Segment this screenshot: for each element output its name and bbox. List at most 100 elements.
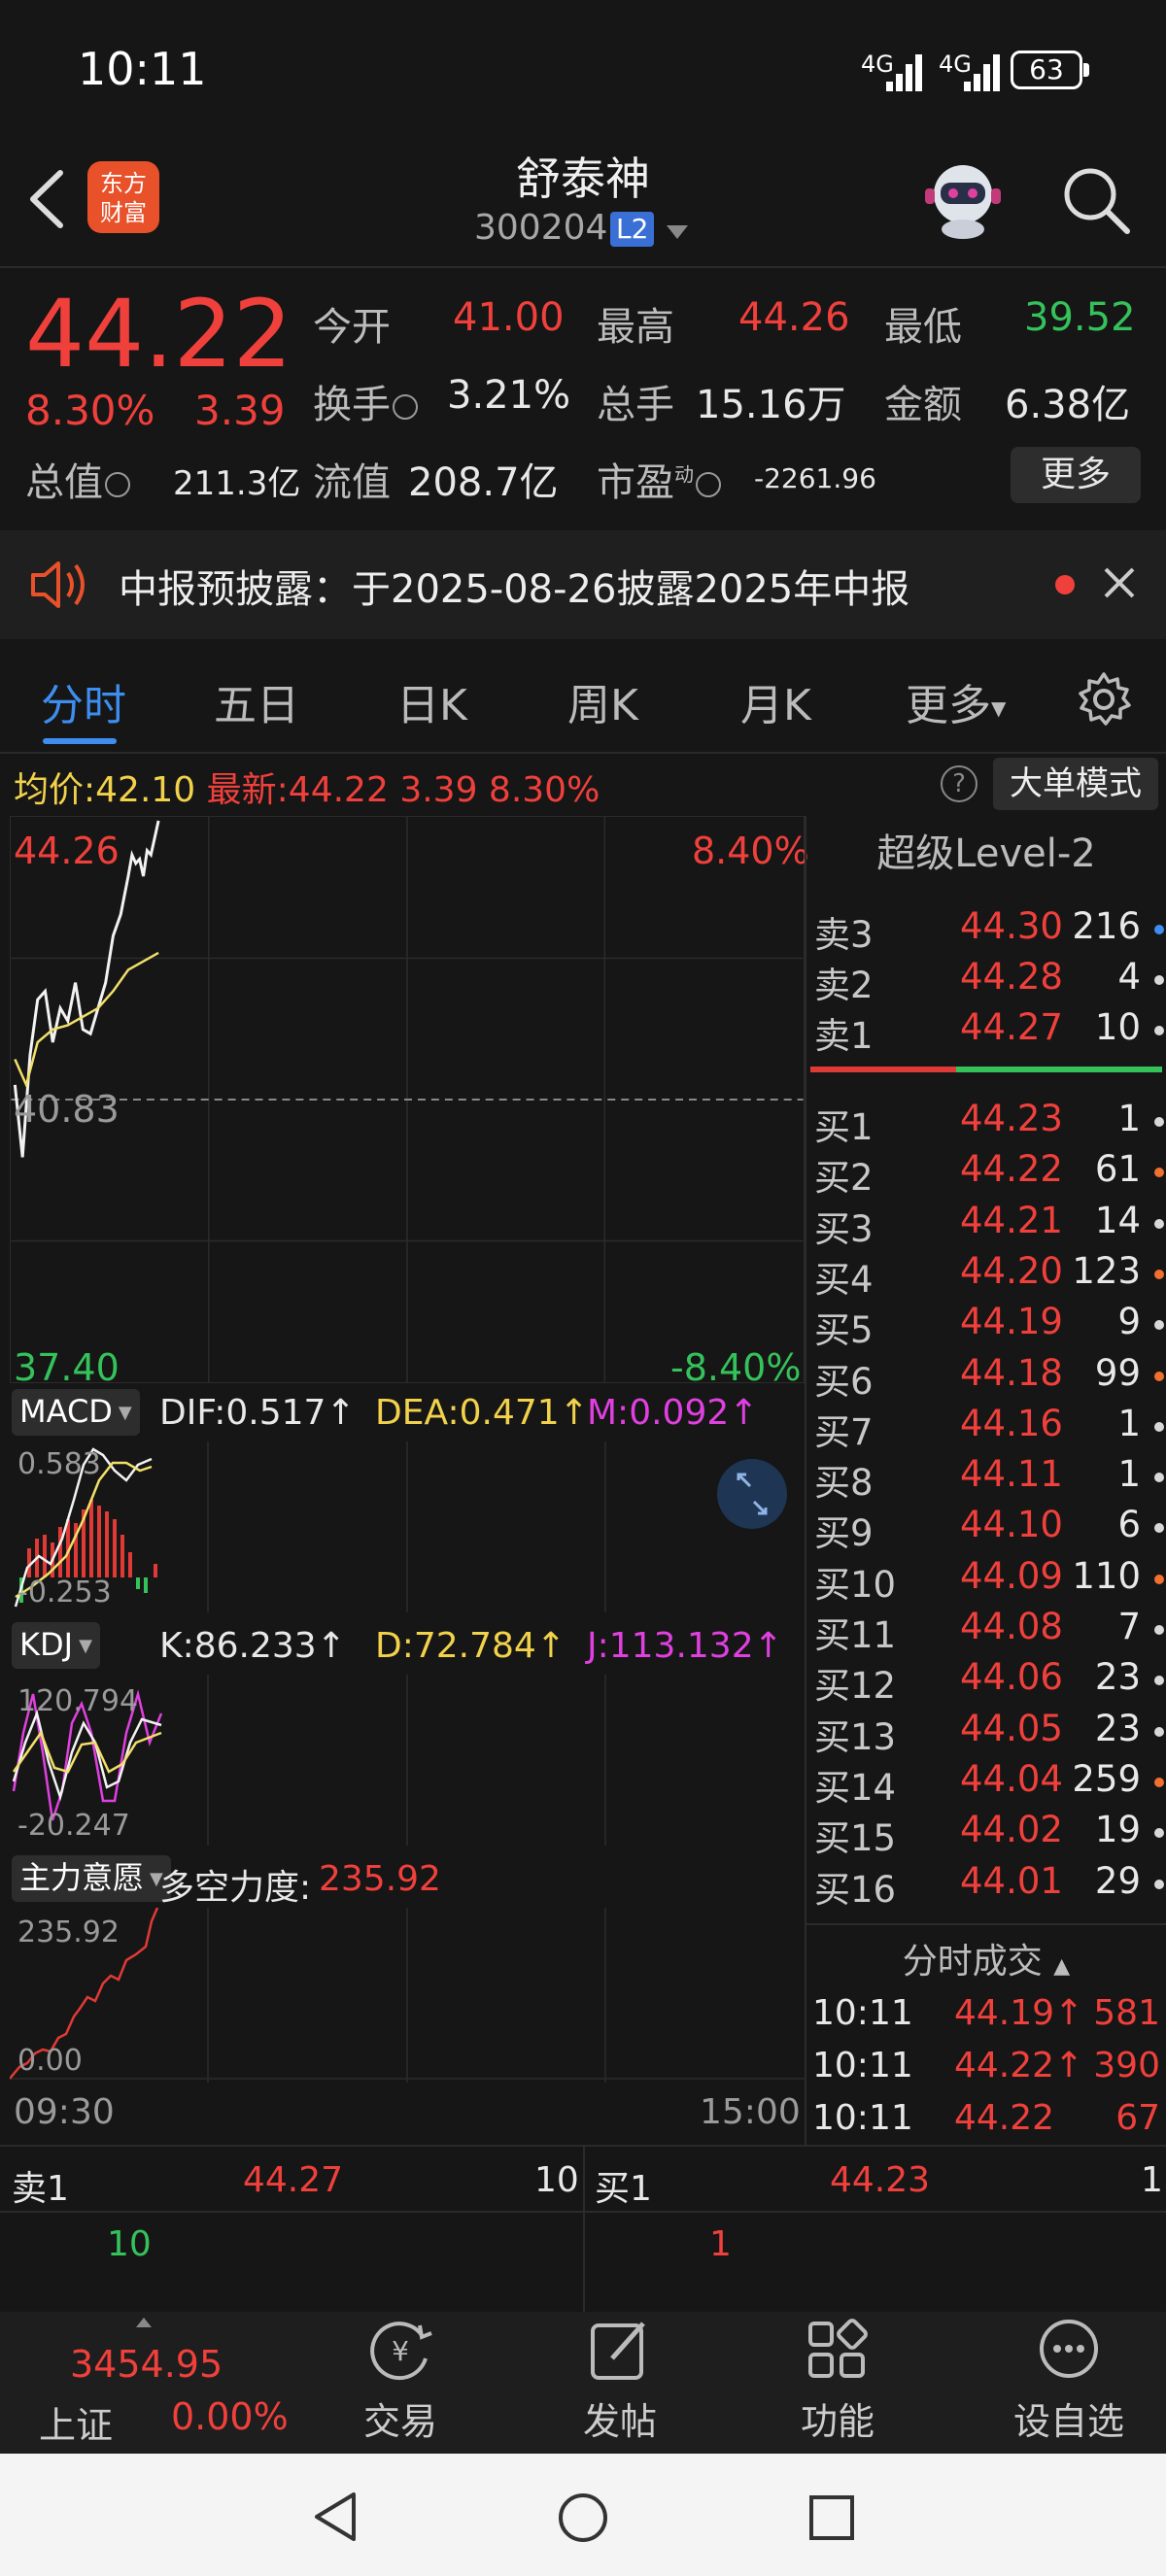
- float-cap-label: 流值: [313, 460, 391, 505]
- nav-post[interactable]: 发帖: [542, 2316, 698, 2445]
- orderbook-title[interactable]: 超级Level-2: [806, 822, 1166, 878]
- kdj-top-value: 120.794: [17, 1684, 139, 1718]
- orderbook-row[interactable]: 卖1 44.27 10: [814, 1006, 1164, 1057]
- help-icon[interactable]: ?: [941, 765, 977, 802]
- force-chart[interactable]: [10, 1908, 805, 2083]
- index-name: 上证: [39, 2404, 114, 2447]
- orderbook-level: 买3: [814, 1207, 874, 1250]
- orderbook-price: 44.16: [960, 1402, 1063, 1444]
- orderbook-level: 买7: [814, 1410, 874, 1453]
- tab-monthly-k[interactable]: 月K: [740, 670, 811, 732]
- macd-chart[interactable]: [10, 1441, 805, 1612]
- speaker-icon: [31, 561, 85, 608]
- notice-text[interactable]: 中报预披露：于2025-08-26披露2025年中报: [119, 558, 909, 614]
- amount-value: 6.38亿: [1005, 383, 1131, 427]
- orderbook-row[interactable]: 卖2 44.28 4: [814, 956, 1164, 1006]
- tab-daily-k[interactable]: 日K: [396, 670, 467, 732]
- system-recents-icon[interactable]: [806, 2492, 857, 2543]
- orderbook-row[interactable]: 买11 44.08 7: [814, 1606, 1164, 1656]
- nav-add-watchlist[interactable]: 设自选: [991, 2316, 1147, 2445]
- gear-icon[interactable]: [1075, 670, 1133, 729]
- orderbook-marker: [1154, 1117, 1164, 1127]
- search-icon[interactable]: [1057, 161, 1135, 239]
- float-cap-value: 208.7亿: [408, 460, 559, 505]
- orderbook-marker: [1154, 975, 1164, 985]
- orderbook-row[interactable]: 买3 44.21 14: [814, 1200, 1164, 1250]
- orderbook-price: 44.27: [960, 1006, 1063, 1048]
- orderbook-price: 44.21: [960, 1199, 1063, 1241]
- orderbook-volume: 1: [1117, 1453, 1141, 1496]
- system-home-icon[interactable]: [556, 2491, 610, 2545]
- orderbook-volume: 1: [1117, 1098, 1141, 1139]
- nav-trade[interactable]: ¥ 交易: [323, 2316, 478, 2445]
- intraday-chart[interactable]: [10, 816, 805, 1383]
- trades-divider: [806, 1923, 1166, 1925]
- orderbook-row[interactable]: 买16 44.01 29: [814, 1860, 1164, 1911]
- orderbook-price: 44.01: [960, 1859, 1063, 1902]
- orderbook-row[interactable]: 买12 44.06 23: [814, 1656, 1164, 1707]
- kdj-selector[interactable]: KDJ: [12, 1622, 100, 1669]
- trade-price: 44.19↑: [954, 1993, 1084, 2033]
- tab-intraday[interactable]: 分时: [41, 670, 126, 732]
- orderbook-marker: [1154, 1168, 1164, 1178]
- trade-time: 10:11: [812, 1993, 913, 2033]
- orderbook-row[interactable]: 买1 44.23 1: [814, 1098, 1164, 1148]
- orderbook-row[interactable]: 买9 44.10 6: [814, 1504, 1164, 1554]
- orderbook-row[interactable]: 买6 44.18 99: [814, 1352, 1164, 1403]
- orderbook-row[interactable]: 买13 44.05 23: [814, 1708, 1164, 1758]
- system-back-icon[interactable]: [309, 2489, 363, 2545]
- open-label: 今开: [313, 305, 391, 350]
- orderbook-marker: [1154, 1726, 1164, 1737]
- orderbook-price: 44.19: [960, 1301, 1063, 1343]
- kdj-j: J:113.132↑: [587, 1626, 783, 1666]
- tab-weekly-k[interactable]: 周K: [567, 670, 638, 732]
- orderbook-price: 44.06: [960, 1656, 1063, 1699]
- market-cap-label[interactable]: 总值: [25, 451, 130, 507]
- index-widget[interactable]: 3454.95 上证 0.00%: [0, 2331, 292, 2448]
- orderbook-level: 卖1: [814, 1015, 874, 1057]
- robot-assistant-icon[interactable]: [919, 155, 1007, 243]
- chevron-up-icon: ▲: [1053, 1954, 1071, 1979]
- chevron-down-icon[interactable]: [667, 225, 688, 239]
- orderbook-row[interactable]: 买8 44.11 1: [814, 1453, 1164, 1504]
- force-selector[interactable]: 主力意愿: [12, 1855, 171, 1902]
- orderbook-volume: 61: [1094, 1148, 1141, 1191]
- tab-more[interactable]: 更多▼: [906, 670, 1006, 732]
- market-cap-label-text: 总值: [25, 460, 103, 505]
- orderbook-level: 买8: [814, 1462, 874, 1505]
- nav-trade-label: 交易: [362, 2400, 437, 2443]
- big-order-mode-button[interactable]: 大单模式: [993, 758, 1158, 810]
- orderbook-row[interactable]: 买10 44.09 110: [814, 1555, 1164, 1606]
- turnover-label[interactable]: 换手: [313, 373, 418, 429]
- orderbook-level: 买6: [814, 1360, 874, 1403]
- trades-title[interactable]: 分时成交 ▲: [806, 1933, 1166, 1983]
- close-icon[interactable]: [1098, 561, 1141, 604]
- orderbook-row[interactable]: 买15 44.02 19: [814, 1809, 1164, 1859]
- tab-five-day[interactable]: 五日: [214, 670, 299, 732]
- pe-label[interactable]: 市盈动: [597, 451, 721, 507]
- orderbook-price: 44.28: [960, 956, 1063, 998]
- orderbook-row[interactable]: 买4 44.20 123: [814, 1250, 1164, 1301]
- orderbook-volume: 23: [1094, 1707, 1141, 1749]
- orderbook-row[interactable]: 买2 44.22 61: [814, 1148, 1164, 1199]
- force-bottom-value: 0.00: [17, 2044, 83, 2078]
- orderbook-row[interactable]: 买7 44.16 1: [814, 1403, 1164, 1453]
- signal-icon-1: [886, 51, 925, 91]
- orderbook-volume: 29: [1094, 1859, 1141, 1902]
- orderbook-row[interactable]: 卖3 44.30 216: [814, 905, 1164, 956]
- high-label: 最高: [597, 305, 674, 350]
- more-button[interactable]: 更多: [1011, 447, 1141, 503]
- orderbook-row[interactable]: 买5 44.19 9: [814, 1301, 1164, 1351]
- orderbook-marker: [1154, 1473, 1164, 1483]
- orderbook-marker: [1154, 1574, 1164, 1584]
- time-start: 09:30: [14, 2092, 115, 2132]
- bidask-separator: [583, 2147, 585, 2312]
- nav-functions[interactable]: 功能: [760, 2316, 915, 2445]
- macd-selector[interactable]: MACD: [12, 1389, 140, 1436]
- unread-dot: [1055, 575, 1075, 594]
- latest-label: 最新:: [206, 770, 289, 810]
- orderbook-row[interactable]: 买14 44.04 259: [814, 1758, 1164, 1809]
- active-tab-indicator: [43, 738, 117, 744]
- stock-code[interactable]: 300204: [474, 208, 607, 248]
- orderbook-level: 买4: [814, 1258, 874, 1301]
